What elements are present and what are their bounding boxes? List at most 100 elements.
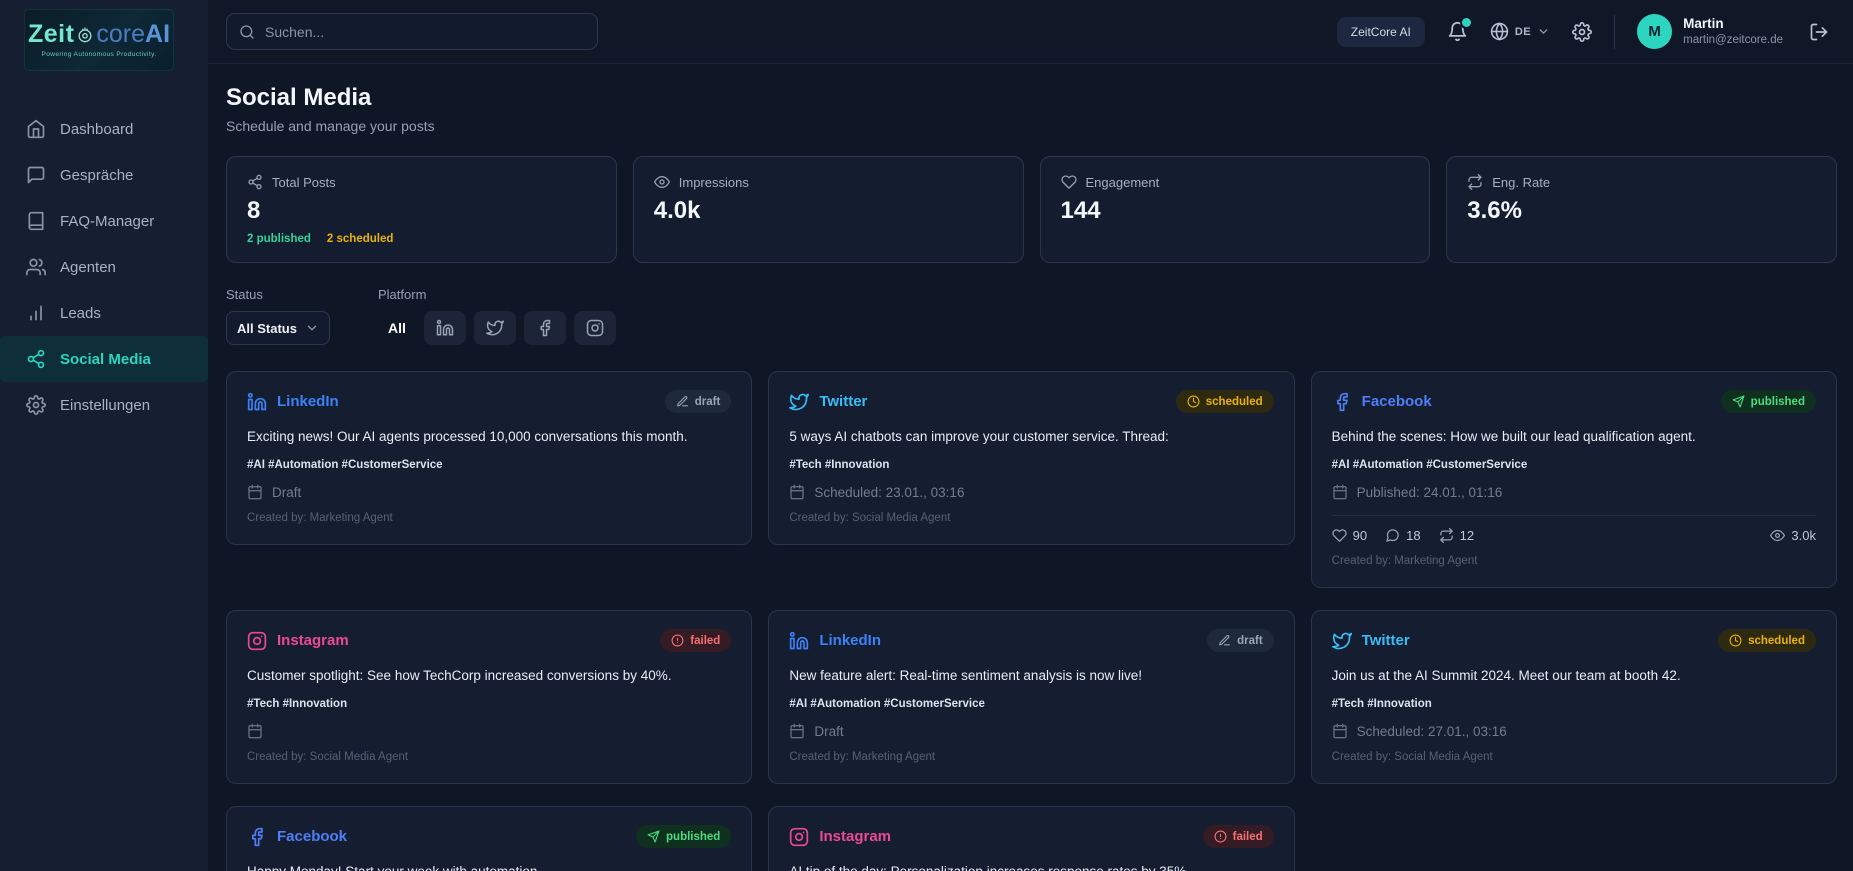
sidebar-item-gespr-che[interactable]: Gespräche [0, 152, 208, 198]
post-shares-count: 12 [1460, 528, 1474, 543]
post-card[interactable]: Instagram failed AI tip of the day: Person… [768, 806, 1294, 871]
platform-filter-twitter[interactable] [474, 311, 516, 345]
post-created-by: Created by: Marketing Agent [1332, 555, 1816, 567]
edit-icon [1218, 634, 1231, 647]
platform-filter-instagram[interactable] [574, 311, 616, 345]
clock-icon [1729, 634, 1742, 647]
facebook-icon [1332, 392, 1352, 412]
status-filter-label: Status [226, 287, 330, 302]
posts-grid: LinkedIn draft Exciting news! Our AI agent… [226, 371, 1837, 871]
stat-label: Impressions [679, 175, 749, 190]
calendar-icon [247, 484, 263, 500]
post-platform-name: Twitter [1362, 632, 1410, 649]
post-card[interactable]: InstagramfailedCustomer spotlight: See h… [226, 610, 752, 784]
notifications-button[interactable] [1447, 21, 1468, 42]
post-card[interactable]: Twitterscheduled5 ways AI chatbots can i… [768, 371, 1294, 545]
status-badge-label: published [1751, 396, 1805, 408]
post-platform-name: Instagram [819, 828, 891, 845]
stat-label: Engagement [1086, 175, 1160, 190]
chevron-down-icon [305, 321, 319, 335]
share-icon [247, 174, 263, 190]
post-card[interactable]: TwitterscheduledJoin us at the AI Summit… [1311, 610, 1837, 784]
status-badge-label: failed [1233, 831, 1263, 843]
post-card-header: Facebook published [247, 825, 731, 848]
post-content: Happy Monday! Start your week with autom… [247, 863, 731, 871]
linkedin-icon [789, 631, 809, 651]
search-input[interactable] [265, 24, 585, 40]
post-platform-name: Facebook [1362, 393, 1432, 410]
post-hashtags: #AI #Automation #CustomerService [789, 698, 1273, 710]
alert-icon [671, 634, 684, 647]
facebook-icon [247, 827, 267, 847]
logout-button[interactable] [1809, 22, 1829, 42]
user-name: Martin [1683, 16, 1783, 33]
status-badge: draft [665, 390, 732, 413]
calendar-icon [789, 484, 805, 500]
stat-card-header: Impressions [654, 174, 1003, 190]
stat-card: Eng. Rate3.6% [1446, 156, 1837, 263]
platform-filter-buttons: All [378, 311, 616, 345]
post-created-by: Created by: Marketing Agent [789, 751, 1273, 763]
edit-icon [676, 395, 689, 408]
clock-icon [1187, 395, 1200, 408]
user-menu[interactable]: M Martin martin@zeitcore.de [1637, 14, 1783, 49]
status-filter-select[interactable]: All Status [226, 311, 330, 345]
status-badge: failed [1203, 825, 1274, 848]
stat-card: Engagement144 [1040, 156, 1431, 263]
status-badge: scheduled [1176, 390, 1274, 413]
brand-zeit: Zeit [28, 22, 74, 47]
post-content: New feature alert: Real-time sentiment a… [789, 667, 1273, 685]
post-content: AI tip of the day: Personalization incre… [789, 863, 1273, 871]
post-card[interactable]: LinkedIndraftNew feature alert: Real-tim… [768, 610, 1294, 784]
post-card[interactable]: Facebook published Happy Monday! Start you… [226, 806, 752, 871]
top-bar: ZeitCore AI DE M [208, 0, 1853, 64]
post-content: Behind the scenes: How we built our lead… [1332, 428, 1816, 446]
sidebar-item-faq-manager[interactable]: FAQ-Manager [0, 198, 208, 244]
post-hashtags: #Tech #Innovation [1332, 698, 1816, 710]
stat-extra: 2 published [247, 233, 311, 245]
platform-filter-facebook[interactable] [524, 311, 566, 345]
post-card[interactable]: LinkedIn draft Exciting news! Our AI agent… [226, 371, 752, 545]
linkedin-icon [247, 392, 267, 412]
sidebar-item-social-media[interactable]: Social Media [0, 336, 208, 382]
language-code: DE [1515, 26, 1531, 38]
post-card[interactable]: Facebook published Behind the scenes: How … [1311, 371, 1837, 588]
calendar-icon [789, 723, 805, 739]
post-views: 3.0k [1770, 528, 1816, 543]
sidebar-item-einstellungen[interactable]: Einstellungen [0, 382, 208, 428]
stats-row: Total Posts82 published2 scheduledImpres… [226, 156, 1837, 263]
post-platform-name: LinkedIn [277, 393, 339, 410]
heart-icon [1061, 174, 1077, 190]
sidebar-item-leads[interactable]: Leads [0, 290, 208, 336]
twitter-icon [1332, 631, 1352, 651]
stat-label: Total Posts [272, 175, 336, 190]
post-stats-row: 9018123.0k [1332, 528, 1816, 543]
settings-button[interactable] [1572, 22, 1592, 42]
sidebar-item-dashboard[interactable]: Dashboard [0, 106, 208, 152]
post-platform: Twitter [789, 392, 867, 412]
sidebar-nav: Dashboard Gespräche FAQ-ManagerAgentenLead… [0, 106, 208, 428]
stat-card-header: Total Posts [247, 174, 596, 190]
post-created-by: Created by: Social Media Agent [789, 512, 1273, 524]
language-selector[interactable]: DE [1490, 22, 1550, 41]
post-content: Join us at the AI Summit 2024. Meet our … [1332, 667, 1816, 685]
platform-all-button[interactable]: All [378, 314, 416, 342]
alert-icon [1214, 830, 1227, 843]
post-content: Exciting news! Our AI agents processed 1… [247, 428, 731, 446]
notification-dot [1462, 18, 1471, 27]
share-icon [26, 349, 46, 369]
repeat-icon [1467, 174, 1483, 190]
post-views-count: 3.0k [1791, 528, 1816, 543]
platform-filter-linkedin[interactable] [424, 311, 466, 345]
post-platform-name: Facebook [277, 828, 347, 845]
post-platform-name: LinkedIn [819, 632, 881, 649]
post-platform: LinkedIn [247, 392, 339, 412]
post-schedule-text: Published: 24.01., 01:16 [1357, 485, 1503, 500]
brand-head-icon [75, 25, 95, 45]
twitter-icon [789, 392, 809, 412]
status-badge-label: published [666, 831, 720, 843]
instagram-icon [789, 827, 809, 847]
calendar-icon [1332, 484, 1348, 500]
sidebar-item-agenten[interactable]: Agenten [0, 244, 208, 290]
sidebar-item-label: Gespräche [60, 167, 133, 184]
